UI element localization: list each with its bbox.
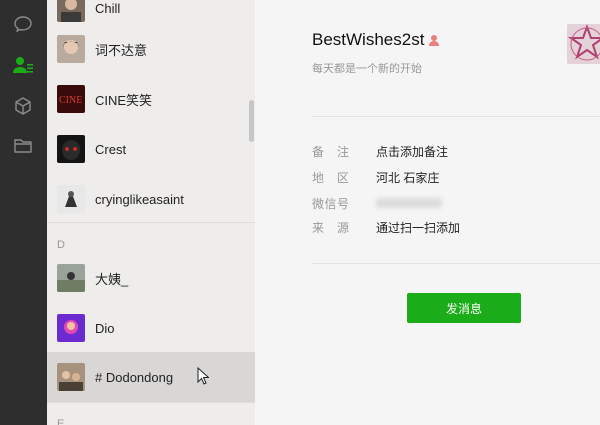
avatar xyxy=(57,264,85,292)
contact-name: 大姨_ xyxy=(95,271,129,287)
source-row: 来 源 通过扫一扫添加 xyxy=(312,218,460,236)
region-label: 地 区 xyxy=(312,170,350,185)
mouse-cursor-icon xyxy=(197,366,210,385)
nav-sidebar xyxy=(0,0,47,425)
section-header-d: D xyxy=(57,239,65,251)
divider xyxy=(312,263,600,264)
divider xyxy=(312,116,600,117)
avatar xyxy=(57,135,85,163)
region-row: 地 区 河北 石家庄 xyxy=(312,168,439,186)
contact-name: 词不达意 xyxy=(95,42,148,58)
contact-item[interactable]: CINE CINE笑笑 xyxy=(47,74,255,124)
wechat-id-row: 微信号 xyxy=(312,194,442,212)
profile-nickname: BestWishes2st xyxy=(312,30,425,49)
contact-name: CINE笑笑 xyxy=(95,92,153,108)
contact-item[interactable]: 词不达意 xyxy=(47,24,255,74)
svg-text:CINE: CINE xyxy=(59,95,82,106)
contact-item[interactable]: Crest xyxy=(47,124,255,174)
contact-name: cryinglikeasaint xyxy=(95,191,184,207)
contacts-icon[interactable] xyxy=(11,53,35,77)
send-message-button[interactable]: 发消息 xyxy=(407,293,521,323)
avatar xyxy=(57,0,85,22)
section-header-e: E xyxy=(57,418,65,425)
contact-name: Crest xyxy=(95,141,127,157)
avatar: CINE xyxy=(57,85,85,113)
contact-item[interactable]: Dio xyxy=(47,303,255,353)
folder-icon[interactable] xyxy=(11,134,35,158)
source-value: 通过扫一扫添加 xyxy=(376,220,461,235)
contact-list[interactable]: Chill 词不达意 CINE CINE笑笑 Crest cryinglikea… xyxy=(47,0,255,425)
contact-name: Dio xyxy=(95,320,115,336)
scrollbar-thumb[interactable] xyxy=(249,100,254,142)
avatar xyxy=(57,314,85,342)
chat-icon[interactable] xyxy=(11,12,35,36)
contact-name: Chill xyxy=(95,0,121,16)
contact-item-selected[interactable]: # Dodondong xyxy=(47,352,255,402)
divider xyxy=(47,402,255,403)
add-remark-link[interactable]: 点击添加备注 xyxy=(376,143,448,160)
wechat-id-value-redacted xyxy=(376,198,442,208)
cube-icon[interactable] xyxy=(11,94,35,118)
remark-row: 备 注 点击添加备注 xyxy=(312,142,448,160)
avatar xyxy=(57,363,85,391)
divider xyxy=(47,222,255,223)
region-value: 河北 石家庄 xyxy=(376,170,440,185)
profile-signature: 每天都是一个新的开始 xyxy=(312,63,422,75)
avatar xyxy=(57,35,85,63)
avatar xyxy=(57,185,85,213)
contact-name: # Dodondong xyxy=(95,369,174,385)
wechat-id-label: 微信号 xyxy=(312,196,350,211)
profile-panel: BestWishes2st 每天都是一个新的开始 备 注 点击添加备注 地 区 … xyxy=(255,0,600,425)
contact-item[interactable]: cryinglikeasaint xyxy=(47,174,255,224)
remark-label: 备 注 xyxy=(312,144,350,159)
profile-avatar[interactable] xyxy=(567,24,600,64)
source-label: 来 源 xyxy=(312,220,350,235)
female-icon xyxy=(427,33,441,47)
contact-item[interactable]: 大姨_ xyxy=(47,253,255,303)
